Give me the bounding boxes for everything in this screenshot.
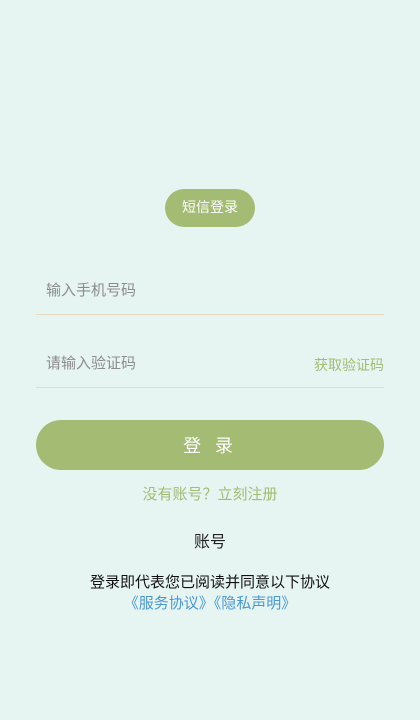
- login-page: 短信登录 获取验证码 登 录 没有账号？立刻注册 账号 登录即代表您已阅读并同意…: [0, 0, 420, 720]
- agreement-text: 登录即代表您已阅读并同意以下协议: [89, 573, 330, 591]
- phone-input[interactable]: [46, 266, 376, 314]
- agreement-links: 《服务协议》《隐私声明》: [0, 593, 420, 614]
- account-login-link[interactable]: 账号: [0, 528, 420, 552]
- sms-login-tab[interactable]: 短信登录: [165, 189, 255, 227]
- privacy-statement-link[interactable]: 《隐私声明》: [214, 594, 297, 612]
- phone-field: [36, 266, 384, 315]
- register-link[interactable]: 没有账号？立刻注册: [0, 483, 420, 504]
- verification-code-input[interactable]: [46, 339, 276, 387]
- login-button[interactable]: 登 录: [36, 420, 384, 470]
- get-code-button[interactable]: 获取验证码: [314, 339, 384, 387]
- verification-code-field: 获取验证码: [36, 339, 384, 388]
- service-agreement-link[interactable]: 《服务协议》: [124, 594, 214, 612]
